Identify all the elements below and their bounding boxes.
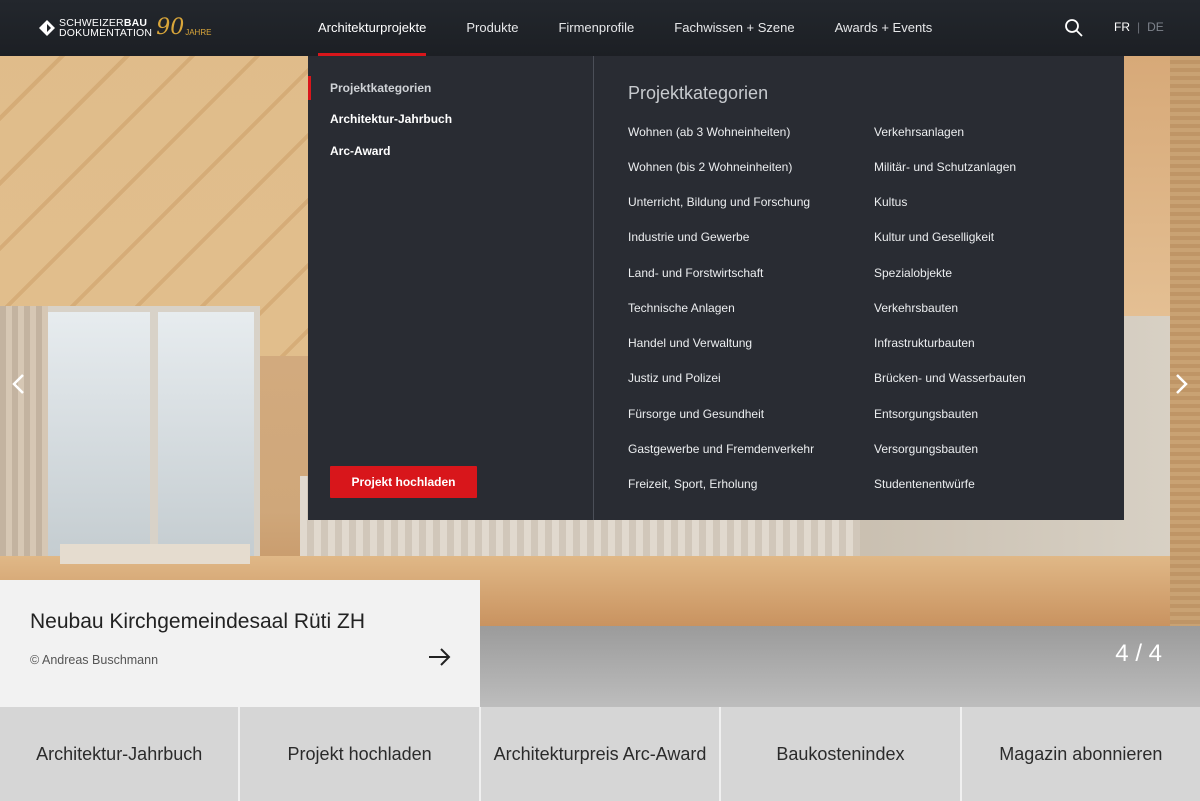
category-panel-title: Projektkategorien — [628, 83, 769, 103]
lang-de[interactable]: DE — [1147, 20, 1164, 34]
category-panel: Projektkategorien Wohnen (ab 3 Wohneinhe… — [594, 56, 1124, 520]
language-switcher: FR | DE — [1114, 20, 1164, 34]
nav-item-produkte[interactable]: Produkte — [446, 0, 538, 56]
active-marker — [308, 76, 311, 100]
slide-counter-band: 4 / 4 — [480, 626, 1200, 707]
category-link[interactable]: Unterricht, Bildung und Forschung — [628, 195, 810, 209]
mega-menu: Projektkategorien Architektur-Jahrbuch A… — [308, 56, 1124, 520]
site-header: SCHWEIZERBAU DOKUMENTATION 90 JAHRE Arch… — [0, 0, 1200, 56]
nav-item-architekturprojekte[interactable]: Architekturprojekte — [298, 0, 446, 56]
lang-fr[interactable]: FR — [1114, 20, 1130, 34]
category-link[interactable]: Handel und Verwaltung — [628, 336, 752, 350]
tile-architektur-jahrbuch[interactable]: Architektur-Jahrbuch — [0, 707, 239, 801]
logo-line2: DOKUMENTATION — [59, 27, 153, 39]
open-project-button[interactable] — [428, 647, 452, 667]
window — [30, 306, 260, 566]
photo-credit: © Andreas Buschmann — [30, 653, 159, 667]
previous-slide-button[interactable] — [5, 370, 33, 398]
category-link[interactable]: Justiz und Polizei — [628, 371, 721, 385]
next-slide-button[interactable] — [1167, 370, 1195, 398]
category-link[interactable]: Verkehrsbauten — [874, 301, 958, 315]
category-link[interactable]: Studentenentwürfe — [874, 477, 975, 491]
upload-project-button[interactable]: Projekt hochladen — [330, 466, 477, 498]
mega-menu-sidebar: Projektkategorien Architektur-Jahrbuch A… — [308, 56, 594, 520]
tile-arc-award[interactable]: Architekturpreis Arc-Award — [480, 707, 720, 801]
menu-item-architektur-jahrbuch[interactable]: Architektur-Jahrbuch — [330, 112, 452, 126]
category-link[interactable]: Brücken- und Wasserbauten — [874, 371, 1026, 385]
logo-jubilee-word: JAHRE — [185, 27, 212, 37]
arrow-right-icon — [429, 648, 451, 666]
tile-projekt-hochladen[interactable]: Projekt hochladen — [240, 707, 479, 801]
category-link[interactable]: Infrastrukturbauten — [874, 336, 975, 350]
category-link[interactable]: Spezialobjekte — [874, 266, 952, 280]
category-link[interactable]: Wohnen (ab 3 Wohneinheiten) — [628, 125, 790, 139]
category-link[interactable]: Verkehrsanlagen — [874, 125, 964, 139]
search-icon — [1065, 19, 1083, 37]
category-link[interactable]: Kultur und Geselligkeit — [874, 230, 994, 244]
nav-item-awards-events[interactable]: Awards + Events — [815, 0, 953, 56]
chevron-right-icon — [1176, 374, 1188, 394]
tile-magazin-abonnieren[interactable]: Magazin abonnieren — [961, 707, 1200, 801]
lang-separator: | — [1137, 20, 1141, 34]
logo[interactable]: SCHWEIZERBAU DOKUMENTATION 90 JAHRE — [38, 16, 211, 40]
category-link[interactable]: Entsorgungsbauten — [874, 407, 978, 421]
logo-jubilee-number: 90 — [156, 15, 185, 40]
slide-caption: Neubau Kirchgemeindesaal Rüti ZH © Andre… — [0, 580, 480, 707]
category-link[interactable]: Militär- und Schutzanlagen — [874, 160, 1016, 174]
category-link[interactable]: Wohnen (bis 2 Wohneinheiten) — [628, 160, 792, 174]
tile-baukostenindex[interactable]: Baukostenindex — [721, 707, 960, 801]
nav-item-firmenprofile[interactable]: Firmenprofile — [538, 0, 654, 56]
window-bench — [60, 544, 250, 564]
category-link[interactable]: Gastgewerbe und Fremdenverkehr — [628, 442, 814, 456]
nav-item-fachwissen-szene[interactable]: Fachwissen + Szene — [654, 0, 814, 56]
slide-counter: 4 / 4 — [1115, 640, 1162, 667]
menu-item-arc-award[interactable]: Arc-Award — [330, 144, 390, 158]
category-link[interactable]: Kultus — [874, 195, 907, 209]
quick-links: Architektur-Jahrbuch Projekt hochladen A… — [0, 707, 1200, 801]
search-button[interactable] — [1064, 18, 1084, 38]
wall-panel — [1170, 56, 1200, 626]
main-nav: Architekturprojekte Produkte Firmenprofi… — [298, 0, 952, 56]
category-link[interactable]: Freizeit, Sport, Erholung — [628, 477, 757, 491]
logo-mark-icon — [39, 20, 55, 36]
category-link[interactable]: Industrie und Gewerbe — [628, 230, 749, 244]
category-link[interactable]: Land- und Forstwirtschaft — [628, 266, 763, 280]
category-link[interactable]: Versorgungsbauten — [874, 442, 978, 456]
window-frame — [150, 306, 158, 566]
category-link[interactable]: Fürsorge und Gesundheit — [628, 407, 764, 421]
menu-item-projektkategorien[interactable]: Projektkategorien — [330, 81, 431, 95]
slide-title[interactable]: Neubau Kirchgemeindesaal Rüti ZH — [30, 610, 365, 634]
category-link[interactable]: Technische Anlagen — [628, 301, 735, 315]
chevron-left-icon — [12, 374, 24, 394]
logo-text: SCHWEIZERBAU DOKUMENTATION — [59, 18, 153, 39]
